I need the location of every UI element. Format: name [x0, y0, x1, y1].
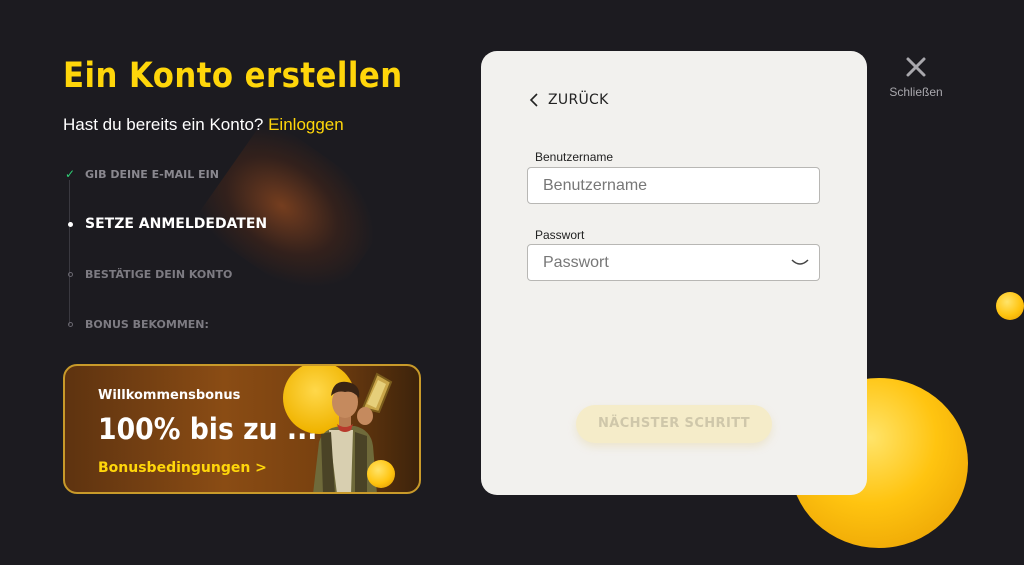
- bonus-amount: 100% bis zu ...: [98, 412, 318, 446]
- step-credentials: SETZE ANMELDEDATEN: [64, 214, 267, 234]
- step-confirm: BESTÄTIGE DEIN KONTO: [64, 264, 232, 284]
- pending-dot-icon: [64, 271, 76, 277]
- login-prompt-text: Hast du bereits ein Konto?: [63, 115, 264, 134]
- welcome-bonus-card: Willkommensbonus 100% bis zu ... Bonusbe…: [63, 364, 421, 494]
- username-input[interactable]: [528, 168, 783, 203]
- login-prompt: Hast du bereits ein Konto? Einloggen: [63, 115, 344, 135]
- decorative-coin-small: [996, 292, 1024, 320]
- step-label: BESTÄTIGE DEIN KONTO: [85, 267, 233, 281]
- bonus-coin-front-icon: [367, 460, 395, 488]
- step-email: ✓ GIB DEINE E-MAIL EIN: [64, 164, 219, 184]
- next-step-button[interactable]: NÄCHSTER SCHRITT: [576, 405, 772, 443]
- close-icon: [906, 57, 926, 77]
- registration-form-panel: ZURÜCK Benutzername Passwort NÄCHSTER SC…: [481, 51, 867, 495]
- password-field-box: [527, 244, 820, 281]
- step-label: GIB DEINE E-MAIL EIN: [85, 167, 219, 181]
- password-input[interactable]: [528, 245, 783, 280]
- bonus-label: Willkommensbonus: [98, 388, 241, 403]
- pending-dot-icon: [64, 321, 76, 327]
- steps-connector: [69, 180, 70, 325]
- back-label: ZURÜCK: [548, 92, 609, 108]
- bonus-terms-link[interactable]: Bonusbedingungen >: [98, 460, 267, 476]
- step-label: BONUS BEKOMMEN:: [85, 317, 209, 331]
- active-dot-icon: [64, 221, 76, 227]
- username-field-box: [527, 167, 820, 204]
- password-label: Passwort: [535, 228, 585, 242]
- close-label: Schließen: [889, 85, 943, 99]
- login-link[interactable]: Einloggen: [268, 115, 344, 134]
- check-icon: ✓: [64, 167, 76, 181]
- back-button[interactable]: ZURÜCK: [529, 92, 609, 108]
- step-bonus: BONUS BEKOMMEN:: [64, 314, 209, 334]
- step-label: SETZE ANMELDEDATEN: [85, 216, 268, 232]
- show-password-icon[interactable]: [791, 257, 809, 267]
- close-button[interactable]: Schließen: [882, 56, 950, 99]
- chevron-left-icon: [529, 93, 538, 107]
- username-label: Benutzername: [535, 150, 614, 164]
- page-title: Ein Konto erstellen: [63, 56, 403, 96]
